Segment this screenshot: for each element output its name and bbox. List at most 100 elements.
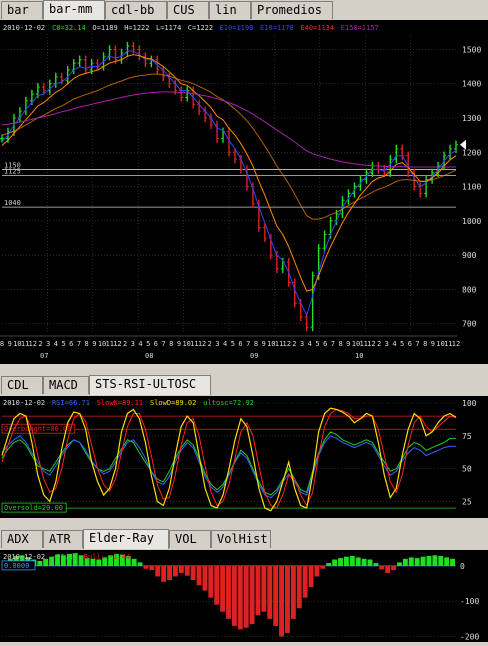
- x-tick-label: 5: [61, 340, 65, 348]
- elder-bar: [155, 565, 161, 577]
- x-tick-label: 9: [8, 340, 12, 348]
- elder-bar: [208, 565, 214, 598]
- tab-lin[interactable]: lin: [209, 1, 251, 19]
- y-tick-label: 1100: [462, 183, 481, 192]
- x-tick-label: 7: [246, 340, 250, 348]
- tabbar-price: bar bar-mm cdl-bb CUS lin Promedios: [0, 0, 488, 20]
- x-tick-label: 2: [292, 340, 296, 348]
- elder-bar: [202, 565, 208, 591]
- elder-bar: [220, 565, 226, 612]
- ma-line-E10: [1, 50, 457, 317]
- elder-bar: [37, 560, 43, 566]
- x-tick-label: 6: [69, 340, 73, 348]
- elder-bar: [149, 565, 155, 571]
- elder-bar: [285, 565, 290, 633]
- y-tick-label: 50: [462, 465, 472, 474]
- elder-bar: [261, 565, 267, 612]
- price-chart: 7008009001000110012001300140015001150112…: [0, 20, 488, 366]
- price-title-item: E40=1134: [300, 24, 334, 32]
- y-tick-label: 1300: [462, 114, 481, 123]
- tab-sts-rsi-ultosc[interactable]: STS-RSI-ULTOSC: [89, 375, 211, 395]
- elder-bar: [402, 558, 408, 566]
- x-tick-label: 2: [38, 340, 42, 348]
- tab-elder-ray[interactable]: Elder-Ray: [83, 529, 169, 549]
- x-tick-label: 5: [400, 340, 404, 348]
- elder-bar: [338, 558, 343, 566]
- x-tick-label: 8: [338, 340, 342, 348]
- x-tick-label: 4: [392, 340, 396, 348]
- x-tick-label: 9: [346, 340, 350, 348]
- x-month-label: 10: [355, 352, 363, 360]
- x-tick-label: 5: [231, 340, 235, 348]
- x-tick-label: 6: [154, 340, 158, 348]
- osc-title-item: SlowD=89.02: [150, 399, 196, 407]
- price-title-item: C8=32.14: [52, 24, 86, 32]
- elder-bar: [196, 565, 202, 586]
- elder-ray-chart: 0 -100 -200 2010-12-02 -36.46 Bull: -1.44 0.00…: [1, 553, 479, 641]
- x-tick-label: 12: [113, 340, 121, 348]
- tab-volhist[interactable]: VolHist: [211, 530, 271, 548]
- x-tick-label: 8: [85, 340, 89, 348]
- price-title-item: E150=1157: [341, 24, 379, 32]
- tab-bar-mm[interactable]: bar-mm: [43, 0, 105, 20]
- elder-bar: [131, 558, 137, 566]
- tab-atr[interactable]: ATR: [43, 530, 83, 548]
- panel-splitter-2[interactable]: [0, 518, 488, 528]
- tab-macd[interactable]: MACD: [43, 376, 89, 394]
- tab-promedios[interactable]: Promedios: [251, 1, 333, 19]
- x-tick-label: 9: [431, 340, 435, 348]
- reference-line-label: 1125: [4, 168, 21, 176]
- elder-bar: [414, 558, 420, 566]
- elder-ray-panel: 0 -100 -200 2010-12-02 -36.46 Bull: -1.44 0.00…: [0, 550, 488, 642]
- elder-bar: [273, 565, 279, 626]
- elder-bar: [178, 565, 184, 573]
- x-month-label: 08: [145, 352, 153, 360]
- elder-bar: [249, 565, 255, 625]
- elder-bar: [426, 556, 432, 566]
- x-tick-label: 7: [331, 340, 335, 348]
- elder-bar: [379, 565, 385, 570]
- elder-bar: [161, 565, 167, 582]
- tab-bar[interactable]: bar: [1, 1, 43, 19]
- x-tick-label: 8: [0, 340, 4, 348]
- y-tick-label: 75: [462, 432, 472, 441]
- x-tick-label: 7: [161, 340, 165, 348]
- elder-bar: [137, 562, 143, 566]
- x-tick-label: 3: [131, 340, 135, 348]
- x-tick-label: 6: [238, 340, 242, 348]
- elder-bar: [290, 565, 296, 619]
- price-title-item: H=1222: [124, 24, 149, 32]
- x-tick-label: 4: [223, 340, 227, 348]
- tab-cdl-bb[interactable]: cdl-bb: [105, 1, 167, 19]
- y-tick-label: 0: [460, 562, 465, 571]
- elder-bar: [391, 565, 397, 571]
- x-tick-label: 3: [215, 340, 219, 348]
- x-tick-label: 8: [423, 340, 427, 348]
- reference-line-label: 1040: [4, 199, 21, 207]
- tab-cdl[interactable]: CDL: [1, 376, 43, 394]
- elder-bar: [243, 565, 249, 628]
- x-tick-label: 12: [198, 340, 206, 348]
- tabbar-indicator: ADX ATR Elder-Ray VOL VolHist: [0, 529, 488, 549]
- tab-adx[interactable]: ADX: [1, 530, 43, 548]
- elder-bar: [432, 555, 438, 566]
- tab-cus[interactable]: CUS: [167, 1, 209, 19]
- elder-bar: [326, 563, 332, 566]
- x-tick-label: 6: [408, 340, 412, 348]
- elder-bar: [385, 565, 391, 573]
- panel-splitter[interactable]: [0, 364, 488, 372]
- elder-bar: [190, 565, 196, 580]
- x-tick-label: 8: [169, 340, 173, 348]
- x-tick-label: 2: [377, 340, 381, 348]
- elder-bar: [78, 555, 84, 566]
- x-tick-label: 9: [92, 340, 96, 348]
- tab-vol[interactable]: VOL: [169, 530, 211, 548]
- x-tick-label: 3: [46, 340, 50, 348]
- x-tick-label: 12: [452, 340, 460, 348]
- y-tick-label: 1000: [462, 217, 481, 226]
- x-tick-label: 3: [300, 340, 304, 348]
- elder-bar: [267, 565, 273, 619]
- osc-title-item: ultosc=72.92: [203, 399, 254, 407]
- elder-title-item: Bull: -1.44: [84, 553, 130, 561]
- x-tick-label: 7: [77, 340, 81, 348]
